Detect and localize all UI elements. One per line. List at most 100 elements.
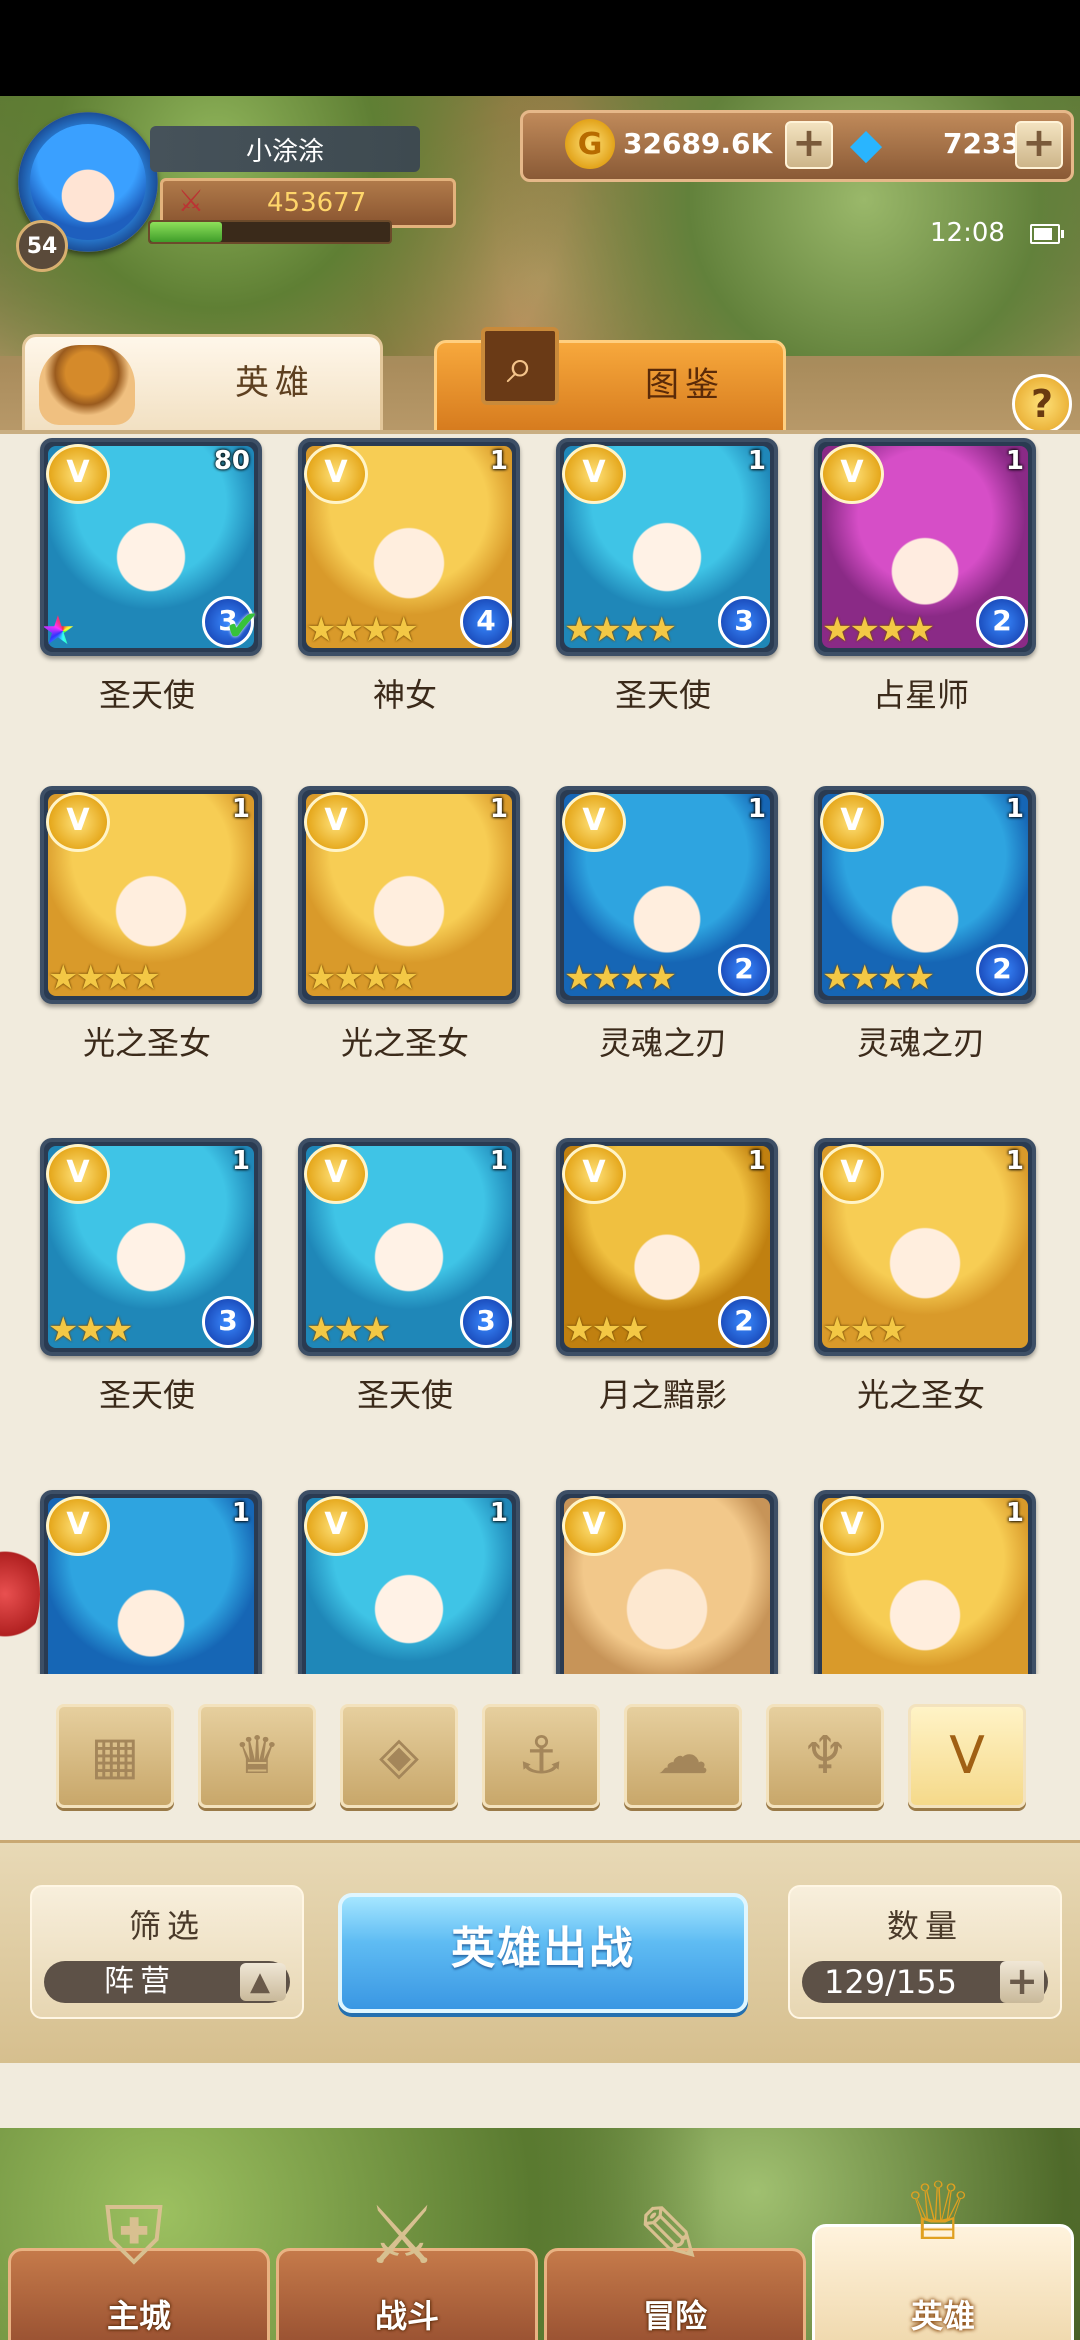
hero-stars: ★★★★ (564, 610, 677, 650)
crystal-icon[interactable]: ♛ (198, 1704, 316, 1808)
bottom-navigation: ⛨ 主城 ⚔ 战斗 ✎ 冒险 ♕ 英雄 (0, 2128, 1080, 2340)
nav-label: 英雄 (910, 2297, 975, 2335)
filter-select-value: 阵营 (104, 1964, 176, 1999)
add-gold-button[interactable]: + (785, 121, 833, 169)
faction-wings-icon: V (304, 1496, 368, 1556)
hero-rank-badge: 2 (718, 1296, 770, 1348)
hero-card[interactable]: V 1 ★★★★ 3 (556, 438, 778, 656)
gold-coin-icon: G (565, 119, 615, 169)
faction-wings-icon: V (820, 1144, 884, 1204)
tab-codex-label: 图鉴 (645, 365, 725, 405)
add-gems-button[interactable]: + (1015, 121, 1063, 169)
faction-wings-icon: V (820, 792, 884, 852)
experience-fill (150, 222, 222, 242)
hero-level: 1 (231, 794, 250, 824)
hero-card[interactable]: V1 (40, 1490, 262, 1674)
faction-wings-icon: V (304, 1144, 368, 1204)
tab-heroes-label: 英雄 (235, 363, 315, 403)
hero-level: 1 (231, 1498, 250, 1528)
tab-heroes[interactable]: 英雄 (22, 334, 383, 438)
hero-card[interactable]: V1 (298, 1490, 520, 1674)
filter-title: 筛选 (128, 1907, 205, 1945)
hero-level: 1 (1005, 794, 1024, 824)
hero-rank-badge: 4 (460, 596, 512, 648)
nav-item[interactable]: ✎ 冒险 (544, 2189, 806, 2340)
hero-count: 129/155 + (802, 1961, 1048, 2003)
hero-level: 1 (747, 446, 766, 476)
chevron-up-icon[interactable]: ▲ (240, 1963, 286, 2001)
nav-item[interactable]: ⛨ 主城 (8, 2189, 270, 2340)
hero-name: 光之圣女 (82, 1024, 211, 1062)
hero-level: 1 (1005, 1498, 1024, 1528)
hero-rank-badge: 3 (718, 596, 770, 648)
faction-filter-row: ▦ ♛ ◈ ⚓ ☁ ♆ V (0, 1704, 1080, 1814)
faction-wings-icon: V (304, 792, 368, 852)
crossed-swords-icon: ⚔ (177, 184, 205, 219)
battery-icon (1030, 224, 1064, 244)
hero-card[interactable]: V 1 ★★★ 3 (40, 1138, 262, 1356)
hero-card[interactable]: V 80 ★ 3 ✔ (40, 438, 262, 656)
status-bar-area (0, 0, 1080, 96)
hero-card[interactable]: V 1 ★★★★ 2 (814, 786, 1036, 1004)
help-button[interactable]: ? (1012, 374, 1072, 434)
hero-stars: ★★★ (48, 1310, 133, 1350)
hero-name: 占星师 (872, 676, 969, 714)
hero-name: 光之圣女 (340, 1024, 469, 1062)
anchor-icon[interactable]: ⚓ (482, 1704, 600, 1808)
wings-icon[interactable]: V (908, 1704, 1026, 1808)
hero-name: 圣天使 (356, 1376, 453, 1414)
castle-icon: ⛨ (104, 2189, 164, 2282)
hero-card[interactable]: V1 (814, 1490, 1036, 1674)
diamond-icon[interactable]: ◈ (340, 1704, 458, 1808)
gem-amount: 7233 (943, 127, 1021, 160)
hero-name: 灵魂之刃 (856, 1024, 985, 1062)
hero-level: 1 (747, 794, 766, 824)
map-icon: ✎ (636, 2189, 704, 2282)
hero-card[interactable]: V 1 ★★★★ (298, 786, 520, 1004)
hero-card[interactable]: V 1 ★★★★ 2 (814, 438, 1036, 656)
hero-card[interactable]: V (556, 1490, 778, 1674)
faction-wings-icon: V (562, 1496, 626, 1556)
bottom-controls: 筛选 阵营 ▲ 英雄出战 数量 129/155 + (0, 1840, 1080, 2063)
hero-rank-badge: 2 (976, 944, 1028, 996)
hero-stars: ★★★★ (306, 610, 419, 650)
hero-grid[interactable]: V 80 ★ 3 ✔ 圣天使 V 1 ★★★★ 4 神女 V 1 ★★★★ 3 圣天使 V 1 ★★★★ 2 占星师 V 1… (0, 434, 1080, 1674)
hero-stars: ★★★★ (306, 958, 419, 998)
expand-capacity-button[interactable]: + (1000, 1961, 1044, 2003)
player-level-badge: 54 (16, 220, 68, 272)
filter-select[interactable]: 阵营 ▲ (44, 1961, 290, 2003)
beast-icon[interactable]: ☁ (624, 1704, 742, 1808)
tab-codex[interactable]: ⌕ 图鉴 (434, 327, 786, 434)
hero-level: 1 (231, 1146, 250, 1176)
hero-level: 1 (747, 1146, 766, 1176)
hero-rank-badge: 2 (976, 596, 1028, 648)
hero-card[interactable]: V 1 ★★★★ 2 (556, 786, 778, 1004)
hero-card[interactable]: V 1 ★★★★ 4 (298, 438, 520, 656)
hero-level: 1 (489, 794, 508, 824)
hero-name: 月之黯影 (598, 1376, 727, 1414)
faction-wings-icon: V (46, 1496, 110, 1556)
rainbow-star-icon: ★ (44, 608, 86, 652)
deployed-check-icon: ✔ (224, 601, 260, 650)
hero-stars: ★★★ (564, 1310, 649, 1350)
hero-level: 80 (213, 446, 250, 476)
hero-card[interactable]: V 1 ★★★★ (40, 786, 262, 1004)
faction-wings-icon: V (562, 792, 626, 852)
grid-icon[interactable]: ▦ (56, 1704, 174, 1808)
nav-item[interactable]: ⚔ 战斗 (276, 2189, 538, 2340)
deploy-heroes-button[interactable]: 英雄出战 (338, 1893, 748, 2013)
hero-card[interactable]: V 1 ★★★ 3 (298, 1138, 520, 1356)
demon-icon[interactable]: ♆ (766, 1704, 884, 1808)
hero-card[interactable]: V 1 ★★★ (814, 1138, 1036, 1356)
faction-wings-icon: V (304, 444, 368, 504)
hero-helmet-icon: ♕ (902, 2165, 974, 2258)
hero-level: 1 (1005, 446, 1024, 476)
nav-item[interactable]: ♕ 英雄 (812, 2165, 1074, 2340)
hero-name: 圣天使 (614, 676, 711, 714)
nav-label: 主城 (106, 2297, 171, 2335)
hero-card[interactable]: V 1 ★★★ 2 (556, 1138, 778, 1356)
faction-wings-icon: V (46, 792, 110, 852)
faction-wings-icon: V (820, 1496, 884, 1556)
hero-count-value: 129/155 (824, 1963, 957, 2001)
hero-stars: ★★★★ (822, 610, 935, 650)
